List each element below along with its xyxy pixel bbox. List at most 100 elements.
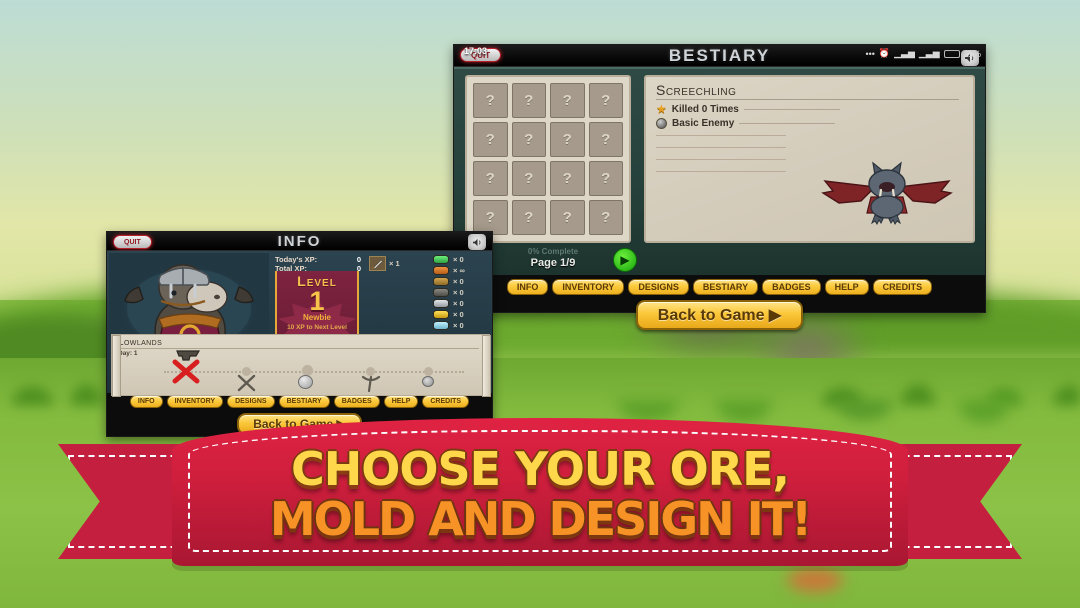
nav-help-button[interactable]: HELP <box>824 279 869 295</box>
bestiary-card[interactable]: ? <box>588 83 623 118</box>
resource-qty: × 0 <box>453 277 464 286</box>
divider <box>118 348 479 349</box>
resource-qty: × 0 <box>453 321 464 330</box>
scroll-roller-left <box>112 335 121 397</box>
bestiary-card[interactable]: ? <box>511 83 546 118</box>
promo-banner: CHOOSE YOUR ORE, MOLD AND DESIGN IT! <box>0 418 1080 608</box>
info-titlebar: QUIT INFO <box>107 232 492 251</box>
bestiary-card[interactable]: ? <box>588 122 623 157</box>
banner-line-2: MOLD AND DESIGN IT! <box>269 492 812 546</box>
bestiary-card[interactable]: ? <box>511 161 546 196</box>
bestiary-card-grid[interactable]: ? ? ? ? ? ? ? ? ? ? ? ? ? ? ? ? <box>465 75 631 243</box>
bestiary-titlebar: 17:03 QUIT BESTIARY ••• ⏰ ▁▃▅ ▁▃▅ 11% <box>454 45 985 67</box>
nav-credits-button[interactable]: CREDITS <box>422 395 470 408</box>
scroll-roller-right <box>482 335 491 397</box>
resource-row: × 0 <box>433 321 487 330</box>
weapon-qty: × 1 <box>389 259 400 268</box>
resource-row: × ∞ <box>433 266 487 275</box>
weapon-slot[interactable] <box>369 256 386 271</box>
back-to-game-button[interactable]: Back to Game ▶ <box>635 300 804 330</box>
star-icon: ★ <box>656 102 667 116</box>
battery-icon <box>943 49 960 58</box>
nav-credits-button[interactable]: CREDITS <box>872 279 933 295</box>
nav-info-button[interactable]: INFO <box>129 395 163 408</box>
status-clock: 17:03 <box>464 46 488 56</box>
level-next-xp: 10 XP to Next Level <box>287 324 347 332</box>
bestiary-card[interactable]: ? <box>550 200 585 235</box>
bestiary-card[interactable]: ? <box>511 200 546 235</box>
bestiary-detail-panel: Screechling ★ Killed 0 Times Basic Enemy <box>644 75 975 243</box>
page-indicator: Page 1/9 <box>530 257 576 269</box>
xp-summary: Today's XP: 0 Total XP: 0 <box>275 255 361 273</box>
entry-stat-label: Basic Enemy <box>672 118 735 129</box>
region-map-scroll: Lowlands Day: 1 <box>111 334 491 397</box>
bestiary-card[interactable]: ? <box>473 122 508 157</box>
nav-badges-button[interactable]: BADGES <box>333 395 380 408</box>
pickaxe-icon[interactable] <box>360 373 382 393</box>
entry-stat-label: Killed 0 Times <box>671 103 739 115</box>
nav-inventory-button[interactable]: INVENTORY <box>166 395 224 408</box>
nav-designs-button[interactable]: DESIGNS <box>227 395 275 408</box>
nav-badges-button[interactable]: BADGES <box>762 279 821 295</box>
resource-qty: × 0 <box>453 288 464 297</box>
entry-stat-row: ★ Killed 0 Times <box>656 102 973 116</box>
resource-row: × 0 <box>433 310 487 319</box>
bestiary-nav: INFO INVENTORY DESIGNS BESTIARY BADGES H… <box>454 275 985 297</box>
nav-designs-button[interactable]: DESIGNS <box>628 279 689 295</box>
silver-ore-icon <box>433 299 449 308</box>
signal-icon-2: ▁▃▅ <box>918 48 940 58</box>
bestiary-card[interactable]: ? <box>473 161 508 196</box>
resource-list: × 0 × ∞ × 0 × 0 × 0 × 0 × 0 <box>433 255 487 332</box>
resource-row: × 0 <box>433 255 487 264</box>
blank-stat-lines <box>656 135 786 172</box>
gold-ore-icon <box>433 310 449 319</box>
next-page-button[interactable]: ▶ <box>613 248 637 272</box>
red-x-swords-icon[interactable] <box>172 359 202 385</box>
nav-bestiary-button[interactable]: BESTIARY <box>692 279 759 295</box>
entry-stat-row: Basic Enemy <box>656 118 973 129</box>
more-dots-icon: ••• <box>865 48 875 59</box>
banner-line-1: CHOOSE YOUR ORE, <box>290 442 790 496</box>
entry-name: Screechling <box>656 82 737 98</box>
crossed-axes-icon[interactable] <box>236 373 258 393</box>
map-node[interactable] <box>424 367 433 376</box>
bestiary-card[interactable]: ? <box>588 200 623 235</box>
underline <box>743 108 840 110</box>
equipped-weapon[interactable]: × 1 <box>369 256 400 271</box>
bestiary-card[interactable]: ? <box>550 83 585 118</box>
bestiary-card[interactable]: ? <box>550 161 585 196</box>
resource-row: × 0 <box>433 299 487 308</box>
resource-qty: × 0 <box>453 255 464 264</box>
dark-ore-icon <box>433 288 449 297</box>
bestiary-card[interactable]: ? <box>511 122 546 157</box>
nav-inventory-button[interactable]: INVENTORY <box>552 279 625 295</box>
speaker-icon <box>472 238 480 246</box>
divider <box>656 99 959 100</box>
bestiary-card[interactable]: ? <box>550 122 585 157</box>
map-trail <box>164 371 464 373</box>
battery-label: 11% <box>963 48 981 59</box>
bat-creature-icon <box>821 161 953 225</box>
completion-label: 0% Complete <box>527 247 579 256</box>
bestiary-window: 17:03 QUIT BESTIARY ••• ⏰ ▁▃▅ ▁▃▅ 11% ? … <box>453 44 986 330</box>
resource-qty: × 0 <box>453 299 464 308</box>
bestiary-card[interactable]: ? <box>588 161 623 196</box>
nav-help-button[interactable]: HELP <box>383 395 419 408</box>
coin-icon[interactable] <box>422 376 434 387</box>
android-status-icons: ••• ⏰ ▁▃▅ ▁▃▅ 11% <box>865 48 981 59</box>
rock-icon[interactable] <box>298 375 313 389</box>
xp-row: Today's XP: 0 <box>275 255 361 264</box>
bestiary-body: ? ? ? ? ? ? ? ? ? ? ? ? ? ? ? ? ◀ 0% Com… <box>454 50 985 275</box>
bestiary-card[interactable]: ? <box>473 200 508 235</box>
signal-icon: ▁▃▅ <box>894 48 915 58</box>
resource-qty: × ∞ <box>453 266 465 275</box>
level-number: 1 <box>309 286 325 316</box>
sound-toggle-button[interactable] <box>468 234 486 250</box>
bestiary-card[interactable]: ? <box>473 83 508 118</box>
xp-label: Today's XP: <box>275 255 318 264</box>
level-rank: Newbie <box>302 313 331 323</box>
resource-row: × 0 <box>433 277 487 286</box>
nav-bestiary-button[interactable]: BESTIARY <box>278 395 330 408</box>
xp-value: 0 <box>356 255 361 264</box>
nav-info-button[interactable]: INFO <box>506 279 549 295</box>
